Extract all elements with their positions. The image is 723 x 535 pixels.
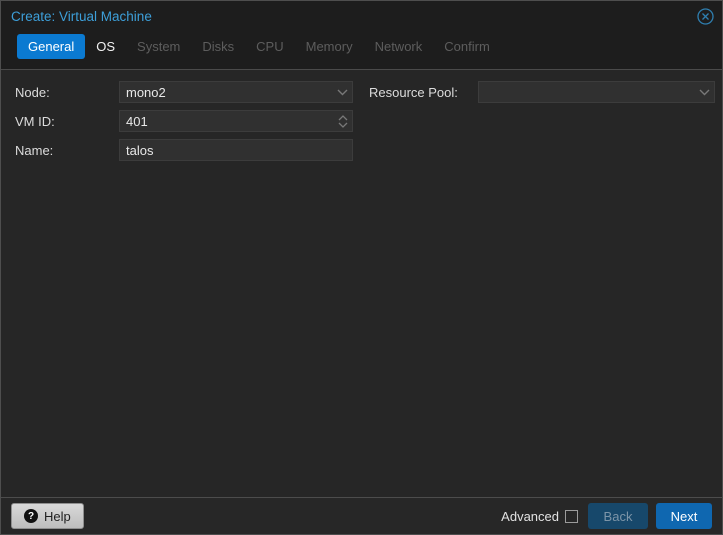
advanced-checkbox[interactable] [565,510,578,523]
create-vm-dialog: Create: Virtual Machine General OS Syste… [0,0,723,535]
advanced-label: Advanced [501,509,559,524]
tab-cpu: CPU [245,34,294,59]
name-value: talos [120,143,153,158]
help-button-label: Help [44,509,71,524]
dialog-header: Create: Virtual Machine General OS Syste… [1,1,722,70]
wizard-tab-bar: General OS System Disks CPU Memory Netwo… [17,34,722,59]
node-combo[interactable]: mono2 [119,81,353,103]
dialog-body: Node: mono2 VM ID: 401 [1,71,722,497]
tab-disks: Disks [191,34,245,59]
name-input[interactable]: talos [119,139,353,161]
tab-general[interactable]: General [17,34,85,59]
close-icon[interactable] [696,7,714,25]
tab-system: System [126,34,191,59]
help-button[interactable]: ? Help [11,503,84,529]
node-label: Node: [15,85,119,100]
tab-os[interactable]: OS [85,34,126,59]
tab-memory: Memory [295,34,364,59]
spinner-updown-icon[interactable] [338,111,348,131]
resource-pool-label: Resource Pool: [369,85,478,100]
dialog-title: Create: Virtual Machine [11,9,152,24]
tab-network: Network [364,34,434,59]
chevron-down-icon[interactable] [699,82,710,102]
back-button[interactable]: Back [588,503,648,529]
node-value: mono2 [120,85,166,100]
vmid-label: VM ID: [15,114,119,129]
name-label: Name: [15,143,119,158]
chevron-down-icon[interactable] [337,82,348,102]
resource-pool-combo[interactable] [478,81,715,103]
help-question-icon: ? [24,509,38,523]
dialog-footer: ? Help Advanced Back Next [1,497,722,534]
vmid-spinner[interactable]: 401 [119,110,353,132]
tab-confirm: Confirm [433,34,501,59]
next-button[interactable]: Next [656,503,712,529]
vmid-value: 401 [120,114,148,129]
